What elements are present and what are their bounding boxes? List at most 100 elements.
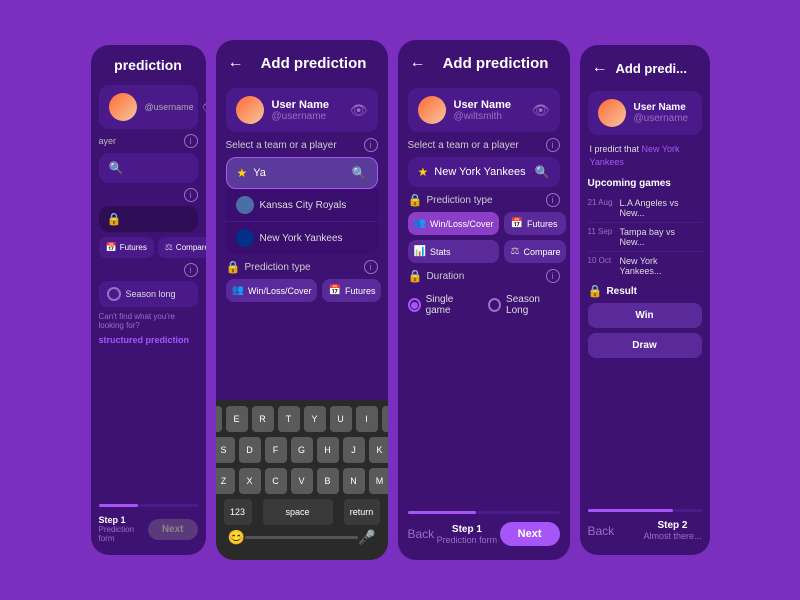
kb-bottom-row: 123 space return [220,499,384,525]
search-value-3: New York Yankees [434,166,528,178]
search-field-1[interactable]: 🔍 [99,153,198,183]
key-d[interactable]: D [239,437,261,463]
key-j[interactable]: J [343,437,365,463]
back-arrow-4[interactable]: ← [592,59,608,77]
info-icon-season-1[interactable]: i [184,263,198,277]
game-item-3[interactable]: 10 Oct New York Yankees... [588,252,702,280]
pred-btn-stats-3[interactable]: 📊 Stats [408,240,500,263]
footer-4: Back Step 2 Almost there... [580,501,710,555]
key-i[interactable]: I [356,406,378,432]
info-icon-dur-3[interactable]: i [546,269,560,283]
kb-row-2: A S D F G H J K L [220,437,384,463]
avatar-3 [418,96,446,124]
back-btn-4[interactable]: Back [588,524,615,538]
dropdown-item-kcr[interactable]: Kansas City Royals [226,189,378,222]
pred-type-section-2: 🔒 Prediction type i 👥 Win/Loss/Cover 📅 F… [226,260,378,302]
search-field-3[interactable]: ★ New York Yankees 🔍 [408,157,560,187]
key-n[interactable]: N [343,468,365,494]
info-icon-player-1[interactable]: i [184,134,198,148]
pred-btn-winloss-3[interactable]: 👥 Win/Loss/Cover [408,212,500,235]
key-123[interactable]: 123 [224,499,252,525]
key-c[interactable]: C [265,468,287,494]
stats-text-3: Stats [430,247,451,257]
info-icon-locked-1[interactable]: i [184,188,198,202]
key-v[interactable]: V [291,468,313,494]
user-info-2: User Name @username [272,99,342,122]
next-btn-1[interactable]: Next [148,519,198,540]
back-arrow-2[interactable]: ← [228,54,244,72]
pred-type-text-2: Prediction type [244,262,310,273]
key-s[interactable]: S [216,437,235,463]
key-space[interactable]: space [263,499,333,525]
pred-btn-futures-3[interactable]: 📅 Futures [504,212,566,235]
search-icon-1: 🔍 [109,161,124,175]
pred-type-section-3: 🔒 Prediction type i 👥 Win/Loss/Cover 📅 F… [408,193,560,263]
game-item-1[interactable]: 21 Aug L.A Angeles vs New... [588,194,702,223]
eye-icon-2[interactable]: 👁 [350,102,368,119]
lock-icon-result-4: 🔒 [588,284,603,298]
result-header-4: 🔒 Result [588,284,702,298]
key-m[interactable]: M [369,468,388,494]
mic-icon[interactable]: 🎤 [358,529,375,546]
progress-bar-4 [588,509,702,512]
footer-3: Back Step 1 Prediction form Next [398,503,570,560]
info-icon-pred-2[interactable]: i [364,260,378,274]
key-y[interactable]: Y [304,406,326,432]
key-f[interactable]: F [265,437,287,463]
key-return[interactable]: return [344,499,380,525]
screen-1-partial: prediction @username 👁 ayer i 🔍 i [91,45,206,555]
game-item-2[interactable]: 11 Sep Tampa bay vs New... [588,223,702,252]
info-icon-3[interactable]: i [546,138,560,152]
radio-single-3[interactable]: Single game [408,294,476,316]
emoji-icon[interactable]: 😊 [228,529,245,546]
key-o[interactable]: O [382,406,388,432]
key-k[interactable]: K [369,437,388,463]
key-r[interactable]: R [252,406,274,432]
step-info-1: Step 1 Prediction form [99,515,148,543]
step-num-4: Step 2 [643,520,701,531]
key-g[interactable]: G [291,437,313,463]
key-t[interactable]: T [278,406,300,432]
key-h[interactable]: H [317,437,339,463]
key-b[interactable]: B [317,468,339,494]
search-field-2[interactable]: ★ Ya 🔍 [226,157,378,189]
compare-btn-1[interactable]: ⚖ Compare [158,237,206,258]
info-icon-pred-3[interactable]: i [546,193,560,207]
pred-btn-compare-3[interactable]: ⚖ Compare [504,240,566,263]
key-w[interactable]: W [216,406,222,432]
next-btn-3[interactable]: Next [500,522,560,546]
kb-row-3: ⬆ Z X C V B N M ⌫ [220,468,384,494]
key-z[interactable]: Z [216,468,235,494]
back-btn-3[interactable]: Back [408,527,435,541]
pred-type-label-2: 🔒 Prediction type i [226,260,378,274]
pred-btn-winloss-2[interactable]: 👥 Win/Loss/Cover [226,279,318,302]
eye-icon-1[interactable]: 👁 [202,99,206,116]
futures-btn-1[interactable]: 📅 Futures [99,237,154,258]
structured-link-1[interactable]: structured prediction [99,335,190,345]
info-icon-2[interactable]: i [364,138,378,152]
radio-season-1[interactable] [107,287,121,301]
back-arrow-3[interactable]: ← [410,54,426,72]
key-u[interactable]: U [330,406,352,432]
upcoming-label-4: Upcoming games [588,178,702,189]
user-row-1: @username 👁 [99,85,198,129]
result-win-btn-4[interactable]: Win [588,303,702,328]
player-section-3: Select a team or a player i ★ New York Y… [408,138,560,187]
result-draw-btn-4[interactable]: Draw [588,333,702,358]
user-name-2: User Name [272,99,342,111]
star-icon-3: ★ [418,165,429,179]
eye-icon-3[interactable]: 👁 [532,102,550,119]
duration-text-3: Duration [426,271,464,282]
kb-accessory: 😊 🎤 [220,525,384,546]
user-name-4: User Name [634,102,692,113]
pred-btn-futures-2[interactable]: 📅 Futures [322,279,381,302]
user-name-3: User Name [454,99,524,111]
dropdown-item-nyy[interactable]: New York Yankees [226,222,378,254]
footer-row-3: Back Step 1 Prediction form Next [408,522,560,546]
key-x[interactable]: X [239,468,261,494]
step-sub-1: Prediction form [99,525,148,543]
lock-icon-3: 🔒 [408,193,423,207]
screen-4-partial: ← Add predi... User Name @username I pre… [580,45,710,555]
key-e[interactable]: E [226,406,248,432]
radio-season-3[interactable]: Season Long [488,294,560,316]
